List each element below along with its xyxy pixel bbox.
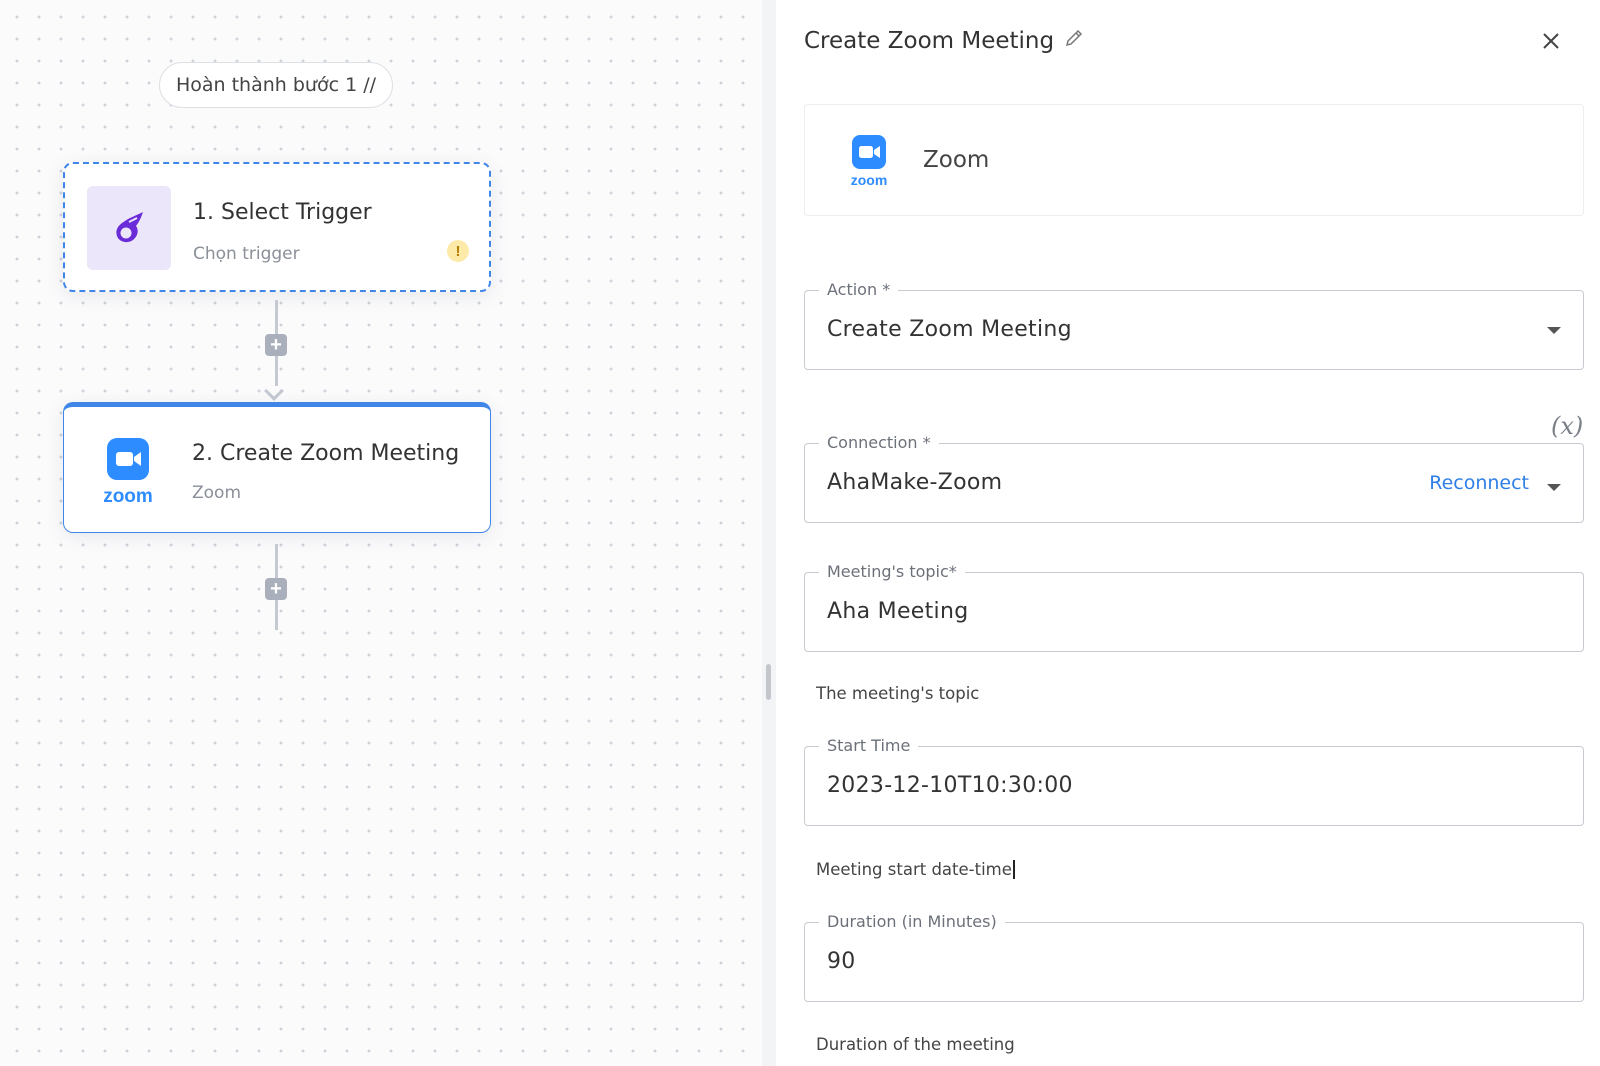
- caret-down-icon: [1547, 327, 1561, 334]
- connection-select[interactable]: Connection * AhaMake-Zoom Reconnect: [804, 433, 1584, 523]
- duration-input[interactable]: Duration (in Minutes) 90: [804, 912, 1584, 1002]
- action-select[interactable]: Action * Create Zoom Meeting: [804, 280, 1584, 370]
- step-settings-panel: Create Zoom Meeting zoom Zoom Action * C…: [776, 0, 1600, 1066]
- node-title: 1. Select Trigger: [193, 200, 372, 225]
- panel-title: Create Zoom Meeting: [804, 28, 1084, 54]
- reconnect-link[interactable]: Reconnect: [1429, 472, 1529, 494]
- meeting-topic-input[interactable]: Meeting's topic* Aha Meeting: [804, 562, 1584, 652]
- step-status-pill[interactable]: Hoàn thành bước 1 //: [159, 62, 393, 108]
- zoom-wordmark: zoom: [851, 172, 888, 188]
- close-icon: [1543, 33, 1559, 49]
- field-value: Aha Meeting: [827, 599, 969, 624]
- field-label: Meeting's topic*: [819, 562, 965, 581]
- field-label: Start Time: [819, 736, 919, 755]
- node-subtitle: Chọn trigger: [193, 244, 300, 264]
- field-value: Create Zoom Meeting: [827, 317, 1072, 342]
- field-hint: Duration of the meeting: [816, 1035, 1015, 1054]
- field-label: Action *: [819, 280, 899, 299]
- panel-title-text: Create Zoom Meeting: [804, 28, 1055, 54]
- start-time-input[interactable]: Start Time 2023-12-10T10:30:00: [804, 736, 1584, 826]
- add-step-button[interactable]: +: [265, 334, 287, 356]
- field-hint-text: Meeting start date-time: [816, 860, 1015, 879]
- caret-down-icon: [1547, 484, 1561, 491]
- app-card: zoom Zoom: [804, 104, 1584, 216]
- add-step-button[interactable]: +: [265, 578, 287, 600]
- variable-toggle-button[interactable]: (x): [1551, 412, 1583, 440]
- edit-pencil-icon[interactable]: [1064, 28, 1084, 54]
- field-label: Duration (in Minutes): [819, 912, 1005, 931]
- field-value: AhaMake-Zoom: [827, 470, 1003, 495]
- zoom-logo-icon: zoom: [86, 431, 170, 515]
- zoom-wordmark: zoom: [103, 486, 153, 507]
- node-subtitle: Zoom: [192, 483, 242, 503]
- comet-trigger-icon: [87, 186, 171, 270]
- workflow-canvas[interactable]: Hoàn thành bước 1 // 1. Select Trigger C…: [0, 0, 762, 1066]
- field-value: 2023-12-10T10:30:00: [827, 773, 1073, 798]
- zoom-logo-icon: zoom: [839, 135, 899, 196]
- field-value: 90: [827, 949, 856, 974]
- node-select-trigger[interactable]: 1. Select Trigger Chọn trigger !: [63, 162, 491, 292]
- close-button[interactable]: [1536, 26, 1566, 56]
- warning-icon: !: [447, 240, 469, 262]
- field-hint[interactable]: Meeting start date-time: [816, 860, 1015, 879]
- node-create-zoom-meeting[interactable]: zoom 2. Create Zoom Meeting Zoom: [63, 402, 491, 533]
- field-label: Connection *: [819, 433, 939, 452]
- panel-splitter[interactable]: [762, 0, 776, 1066]
- resize-handle[interactable]: [766, 664, 771, 700]
- app-name: Zoom: [923, 147, 990, 173]
- node-title: 2. Create Zoom Meeting: [192, 441, 460, 466]
- field-hint: The meeting's topic: [816, 684, 980, 703]
- arrow-down-icon: [264, 381, 284, 401]
